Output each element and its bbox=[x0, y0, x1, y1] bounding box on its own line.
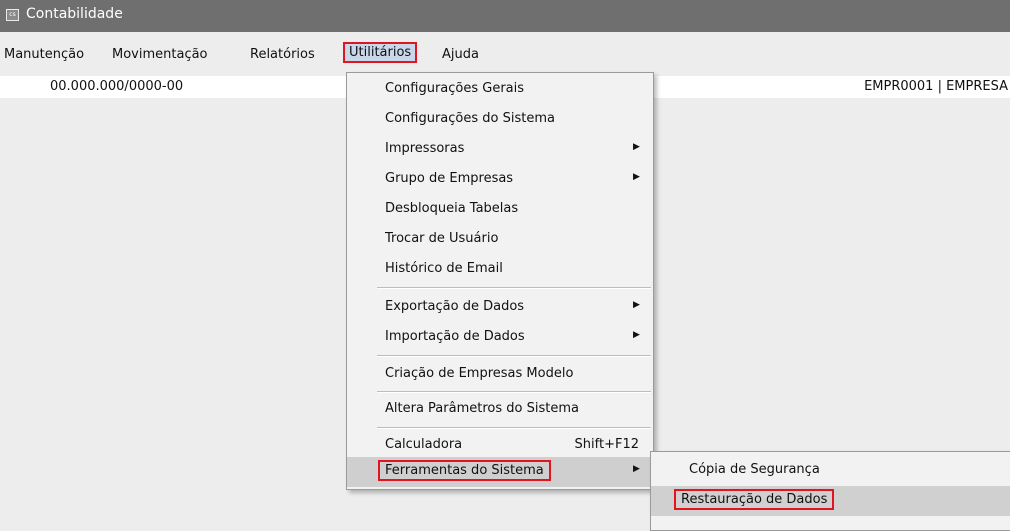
empresa-text: EMPR0001 | EMPRESA bbox=[864, 79, 1008, 94]
utilitarios-dropdown: Configurações Gerais Configurações do Si… bbox=[346, 72, 654, 490]
menuitem-label: Trocar de Usuário bbox=[385, 231, 499, 246]
cnpj-text: 00.000.000/0000-00 bbox=[50, 79, 184, 94]
menuitem-importacao-dados[interactable]: Importação de Dados ▶ bbox=[347, 323, 653, 353]
menuitem-label: Configurações do Sistema bbox=[385, 111, 555, 126]
menuitem-criacao-empresas-modelo[interactable]: Criação de Empresas Modelo bbox=[347, 360, 653, 390]
menuitem-label: Impressoras bbox=[385, 141, 465, 156]
submenu-arrow-icon: ▶ bbox=[633, 142, 640, 152]
menuitem-grupo-empresas[interactable]: Grupo de Empresas ▶ bbox=[347, 165, 653, 195]
menuitem-ferramentas-sistema[interactable]: Ferramentas do Sistema ▶ bbox=[347, 457, 653, 487]
title-bar: cs Contabilidade bbox=[0, 0, 1010, 32]
menu-manutencao[interactable]: Manutenção bbox=[4, 47, 84, 62]
menuitem-configuracoes-gerais[interactable]: Configurações Gerais bbox=[347, 75, 653, 105]
menu-separator bbox=[377, 391, 651, 393]
menu-bar: Manutenção Movimentação Relatórios Utili… bbox=[0, 40, 1010, 68]
menuitem-trocar-usuario[interactable]: Trocar de Usuário bbox=[347, 225, 653, 255]
menuitem-label: Ferramentas do Sistema bbox=[378, 460, 551, 481]
menu-relatorios[interactable]: Relatórios bbox=[250, 47, 315, 62]
menu-ajuda[interactable]: Ajuda bbox=[442, 47, 479, 62]
menu-separator bbox=[377, 427, 651, 429]
menuitem-label: Grupo de Empresas bbox=[385, 171, 514, 186]
menu-separator bbox=[377, 287, 651, 289]
menu-utilitarios[interactable]: Utilitários bbox=[342, 42, 418, 63]
app-window-icon[interactable]: cs bbox=[6, 9, 19, 21]
menuitem-label: Configurações Gerais bbox=[385, 81, 525, 96]
menuitem-label: Criação de Empresas Modelo bbox=[385, 366, 574, 381]
submenu-arrow-icon: ▶ bbox=[633, 172, 640, 182]
submenu-arrow-icon: ▶ bbox=[633, 464, 640, 474]
menu-movimentacao[interactable]: Movimentação bbox=[112, 47, 208, 62]
menuitem-label: Calculadora bbox=[385, 437, 463, 452]
menuitem-label: Cópia de Segurança bbox=[689, 462, 820, 477]
shortcut-text: Shift+F12 bbox=[574, 437, 639, 452]
submenu-arrow-icon: ▶ bbox=[633, 330, 640, 340]
menuitem-restauracao-dados[interactable]: Restauração de Dados bbox=[651, 486, 1010, 516]
menuitem-desbloqueia-tabelas[interactable]: Desbloqueia Tabelas bbox=[347, 195, 653, 225]
window-title: Contabilidade bbox=[26, 6, 123, 22]
menuitem-label: Desbloqueia Tabelas bbox=[385, 201, 519, 216]
menuitem-altera-parametros[interactable]: Altera Parâmetros do Sistema bbox=[347, 395, 653, 425]
menu-separator bbox=[377, 355, 651, 357]
menuitem-copia-seguranca[interactable]: Cópia de Segurança bbox=[651, 456, 1010, 486]
ferramentas-submenu: Cópia de Segurança Restauração de Dados bbox=[650, 451, 1010, 531]
menuitem-exportacao-dados[interactable]: Exportação de Dados ▶ bbox=[347, 293, 653, 323]
menuitem-label: Restauração de Dados bbox=[673, 489, 835, 510]
menuitem-label: Altera Parâmetros do Sistema bbox=[385, 401, 579, 416]
menuitem-historico-email[interactable]: Histórico de Email bbox=[347, 255, 653, 285]
menuitem-impressoras[interactable]: Impressoras ▶ bbox=[347, 135, 653, 165]
submenu-arrow-icon: ▶ bbox=[633, 300, 640, 310]
menuitem-label: Histórico de Email bbox=[385, 261, 503, 276]
menuitem-label: Exportação de Dados bbox=[385, 299, 525, 314]
menuitem-label: Importação de Dados bbox=[385, 329, 525, 344]
menuitem-configuracoes-sistema[interactable]: Configurações do Sistema bbox=[347, 105, 653, 135]
